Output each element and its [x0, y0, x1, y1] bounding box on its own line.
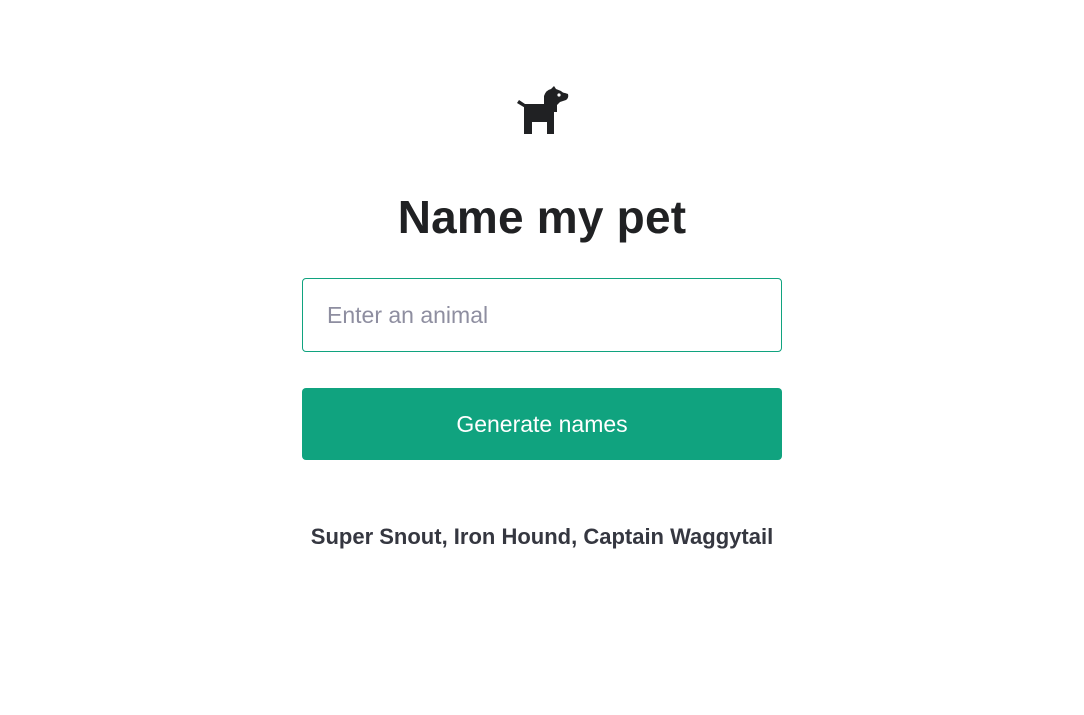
generate-names-button[interactable]: Generate names [302, 388, 782, 460]
page: Name my pet Generate names Super Snout, … [0, 0, 1084, 715]
dog-icon [516, 86, 569, 134]
animal-input[interactable] [302, 278, 782, 352]
result-text: Super Snout, Iron Hound, Captain Waggyta… [310, 524, 774, 549]
pet-name-form: Generate names [302, 278, 782, 460]
page-title: Name my pet [397, 190, 687, 243]
